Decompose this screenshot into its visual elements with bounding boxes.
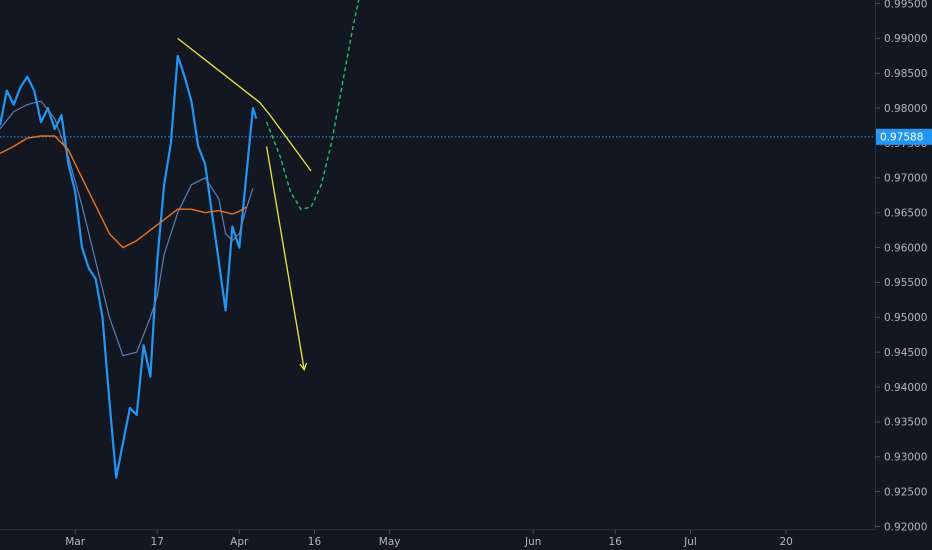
current-price-tag: 0.97588: [876, 128, 932, 145]
time-tick-label: 17: [151, 536, 164, 548]
time-tick-label: Apr: [230, 536, 249, 548]
price-tick-label: 0.99500: [884, 0, 927, 10]
price-tick-label: 0.94500: [884, 347, 927, 359]
time-tick-label: May: [379, 536, 401, 548]
current-price-label: 0.97588: [880, 132, 923, 144]
chart-background: [0, 0, 932, 550]
price-tick-label: 0.95000: [884, 312, 927, 324]
time-tick-label: 20: [779, 536, 792, 548]
time-tick-label: 16: [308, 536, 322, 548]
time-tick-label: Mar: [65, 536, 85, 548]
price-tick-label: 0.96000: [884, 242, 927, 254]
price-tick-label: 0.98500: [884, 68, 927, 80]
price-tick-label: 0.93500: [884, 417, 927, 429]
price-tick-label: 0.95500: [884, 277, 927, 289]
time-tick-label: Jun: [524, 536, 541, 548]
price-chart[interactable]: 0.995000.990000.985000.980000.975000.970…: [0, 0, 932, 550]
price-tick-label: 0.94000: [884, 382, 927, 394]
price-tick-label: 0.97000: [884, 173, 927, 185]
price-tick-label: 0.93000: [884, 452, 927, 464]
price-tick-label: 0.92000: [884, 521, 927, 533]
time-tick-label: Jul: [683, 536, 697, 548]
price-tick-label: 0.96500: [884, 207, 927, 219]
price-tick-label: 0.98000: [884, 103, 927, 115]
price-tick-label: 0.99000: [884, 33, 927, 45]
time-tick-label: 16: [609, 536, 623, 548]
price-tick-label: 0.92500: [884, 486, 927, 498]
